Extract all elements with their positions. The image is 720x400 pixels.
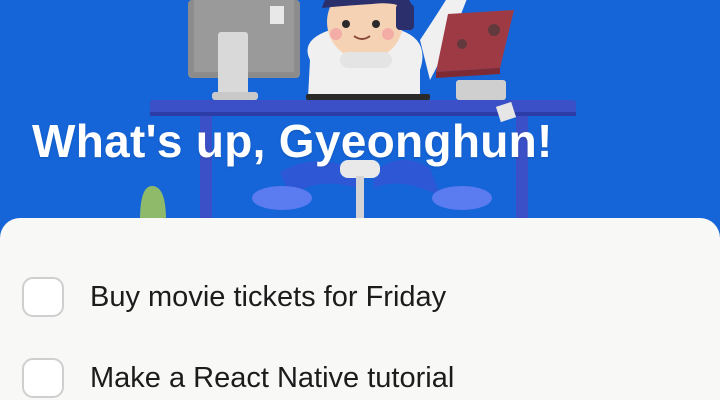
task-label: Buy movie tickets for Friday bbox=[90, 280, 447, 313]
task-item[interactable]: Make a React Native tutorial bbox=[22, 358, 454, 398]
task-label: Make a React Native tutorial bbox=[90, 361, 455, 394]
greeting-title: What's up, Gyeonghun! bbox=[32, 115, 553, 167]
task-item[interactable]: Buy movie tickets for Friday bbox=[22, 277, 446, 317]
task-checkbox[interactable] bbox=[22, 358, 64, 398]
hero-header: What's up, Gyeonghun! bbox=[0, 0, 720, 240]
task-checkbox[interactable] bbox=[22, 277, 64, 317]
task-list-sheet: Buy movie tickets for Friday Make a Reac… bbox=[0, 218, 720, 400]
